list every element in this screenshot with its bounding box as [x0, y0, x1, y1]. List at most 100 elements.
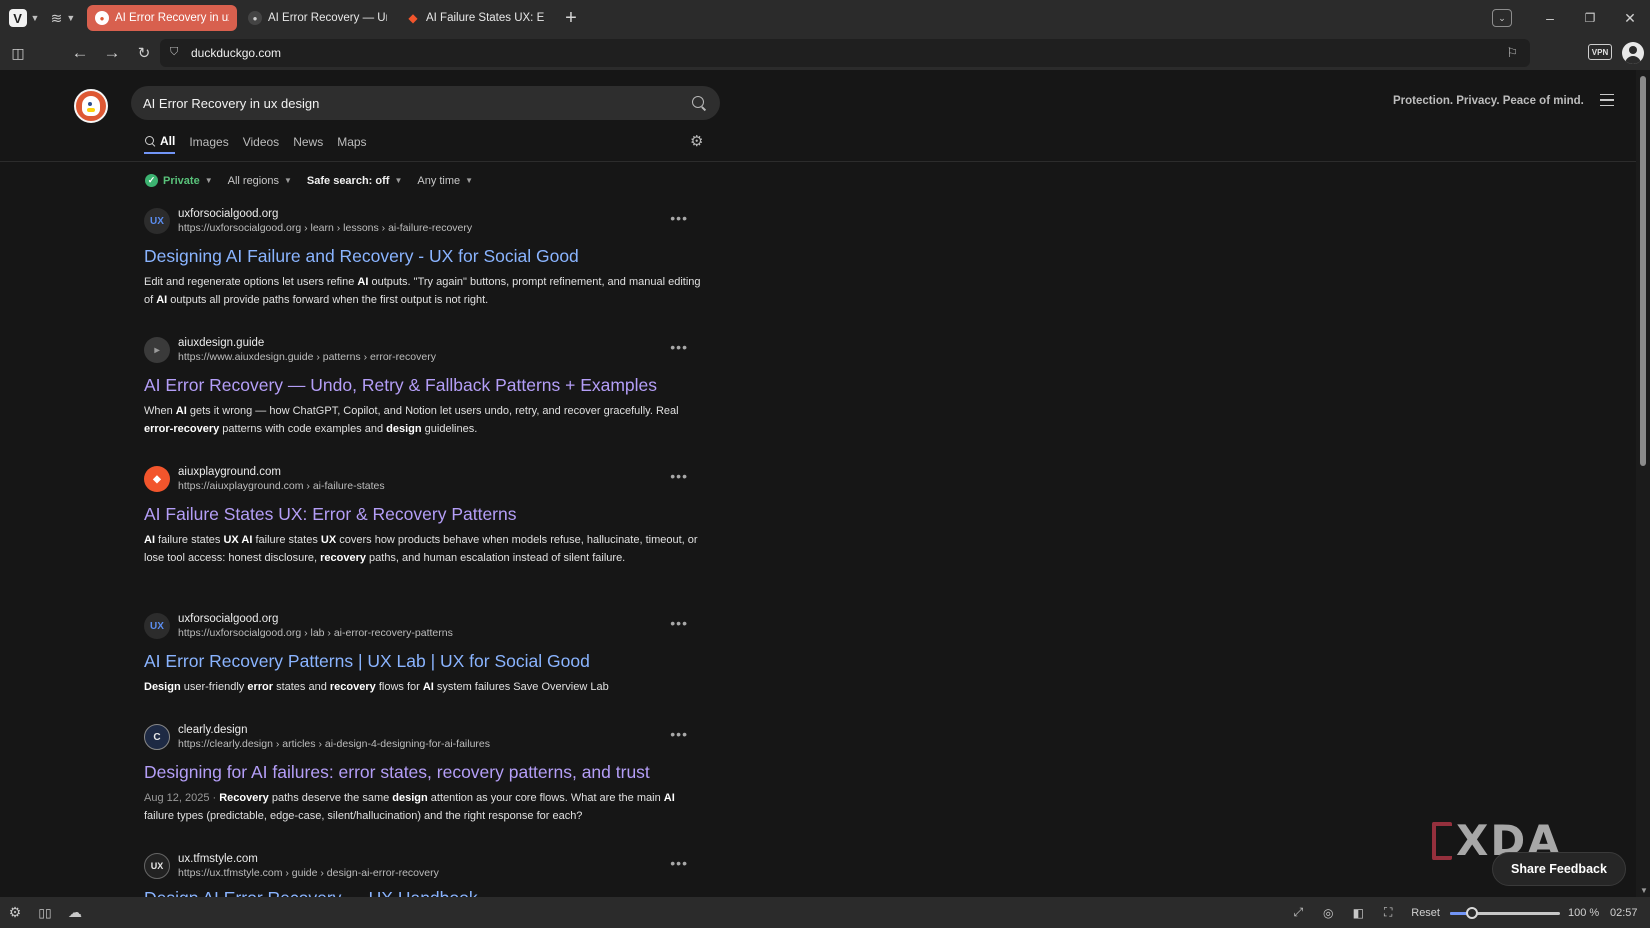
tiling-icon: ◧: [1352, 905, 1364, 920]
site-url[interactable]: https://uxforsocialgood.org › learn › le…: [178, 221, 472, 235]
panel-button[interactable]: ▯▯: [30, 897, 60, 928]
settings-button[interactable]: ⚙: [0, 897, 30, 928]
snippet-text: Recovery paths deserve the same design a…: [144, 792, 675, 822]
tab-news[interactable]: News: [293, 135, 323, 153]
search-results-page: Protection. Privacy. Peace of mind. All …: [0, 70, 1636, 897]
site-favicon-icon[interactable]: ▸: [144, 337, 170, 363]
tab-active[interactable]: ● AI Error Recovery in ux desi: [87, 5, 237, 31]
site-favicon-icon[interactable]: UX: [144, 208, 170, 234]
gear-icon[interactable]: ⚙: [690, 132, 703, 150]
sync-button[interactable]: ☁: [60, 897, 90, 928]
duck-icon: [82, 96, 100, 116]
new-tab-button[interactable]: +: [557, 4, 585, 32]
tab-images[interactable]: Images: [189, 135, 228, 153]
page-scrollbar[interactable]: ▼: [1636, 70, 1650, 897]
page-actions-icon: ⤢: [1293, 905, 1304, 919]
scroll-down-icon[interactable]: ▼: [1640, 886, 1648, 895]
site-name[interactable]: aiuxdesign.guide: [178, 336, 436, 350]
more-options-icon[interactable]: •••: [670, 339, 688, 355]
arrow-right-icon: →: [103, 43, 121, 62]
region-filter[interactable]: All regions ▼: [228, 175, 292, 187]
safe-search-filter[interactable]: Safe search: off ▼: [307, 175, 402, 187]
tab-label: All: [160, 134, 176, 148]
restore-button[interactable]: ❐: [1570, 0, 1610, 36]
site-url[interactable]: https://uxforsocialgood.org › lab › ai-e…: [178, 626, 453, 640]
site-name[interactable]: ux.tfmstyle.com: [178, 852, 439, 866]
vivaldi-menu-button[interactable]: V ▼: [0, 0, 42, 36]
site-name[interactable]: aiuxplayground.com: [178, 465, 385, 479]
zoom-slider[interactable]: [1450, 906, 1560, 919]
site-name[interactable]: clearly.design: [178, 723, 490, 737]
search-icon[interactable]: [690, 94, 708, 112]
site-meta: uxforsocialgood.org https://uxforsocialg…: [178, 207, 472, 235]
tab-videos[interactable]: Videos: [243, 135, 279, 153]
result-title-link[interactable]: AI Error Recovery — Undo, Retry & Fallba…: [144, 374, 704, 396]
site-favicon-icon[interactable]: UX: [144, 613, 170, 639]
close-window-button[interactable]: ✕: [1610, 0, 1650, 36]
result-title-link[interactable]: AI Failure States UX: Error & Recovery P…: [144, 503, 704, 525]
xda-bracket-icon: [1432, 821, 1452, 860]
site-url[interactable]: https://ux.tfmstyle.com › guide › design…: [178, 866, 439, 880]
tiling-button[interactable]: ◧: [1343, 897, 1373, 928]
restore-icon: ❐: [1584, 11, 1596, 25]
capture-button[interactable]: ◎: [1313, 897, 1343, 928]
chevron-down-icon: ▼: [30, 13, 40, 23]
back-button[interactable]: ←: [64, 38, 96, 68]
minimize-button[interactable]: –: [1530, 0, 1570, 36]
aiuxplayground-icon: ◆: [408, 11, 418, 25]
reload-button[interactable]: ↻: [128, 38, 160, 68]
result-title-link[interactable]: AI Error Recovery Patterns | UX Lab | UX…: [144, 650, 704, 672]
tab-title: AI Error Recovery in ux desi: [115, 12, 229, 24]
tab-label: Images: [189, 135, 229, 149]
divider: [0, 161, 1636, 162]
site-favicon-icon[interactable]: C: [144, 724, 170, 750]
zoom-thumb[interactable]: [1466, 906, 1478, 919]
result-title-link[interactable]: Designing for AI failures: error states,…: [144, 761, 704, 783]
bookmark-icon[interactable]: ⚐: [1506, 45, 1518, 61]
more-options-icon[interactable]: •••: [670, 726, 688, 742]
chevron-down-icon: ▼: [394, 176, 403, 185]
panel-toggle-button[interactable]: ◫: [2, 38, 34, 68]
result-title-link[interactable]: Design AI Error Recovery — UX Handbook: [144, 888, 478, 897]
private-filter[interactable]: ✓ Private ▼: [145, 174, 213, 187]
site-url[interactable]: https://clearly.design › articles › ai-d…: [178, 737, 490, 751]
tab-overview-button[interactable]: ⌄: [1492, 9, 1512, 27]
hamburger-menu-icon[interactable]: [1600, 94, 1614, 106]
search-input[interactable]: [143, 95, 690, 111]
filter-label: Any time: [417, 174, 461, 187]
time-filter[interactable]: Any time ▼: [417, 175, 473, 187]
more-options-icon[interactable]: •••: [670, 210, 688, 226]
site-favicon-icon[interactable]: UX: [144, 853, 170, 879]
tab-inactive[interactable]: ● AI Error Recovery — Undo,: [240, 5, 395, 31]
url-text[interactable]: duckduckgo.com: [191, 46, 281, 60]
site-url[interactable]: https://www.aiuxdesign.guide › patterns …: [178, 350, 436, 364]
forward-button[interactable]: →: [96, 38, 128, 68]
share-feedback-button[interactable]: Share Feedback: [1492, 852, 1626, 886]
more-options-icon[interactable]: •••: [670, 615, 688, 631]
tab-all[interactable]: All: [144, 134, 176, 154]
page-actions-button[interactable]: ⤢: [1283, 897, 1313, 928]
more-options-icon[interactable]: •••: [670, 468, 688, 484]
site-favicon-icon[interactable]: ◆: [144, 466, 170, 492]
search-icon: [144, 135, 156, 147]
image-toggle-button[interactable]: ⛶: [1373, 897, 1403, 928]
site-url[interactable]: https://aiuxplayground.com › ai-failure-…: [178, 479, 385, 493]
tab-maps[interactable]: Maps: [337, 135, 366, 153]
result-title-link[interactable]: Designing AI Failure and Recovery - UX f…: [144, 245, 704, 267]
aiuxdesign-icon: ●: [248, 11, 262, 25]
site-name[interactable]: uxforsocialgood.org: [178, 612, 453, 626]
result-header: ▸ aiuxdesign.guide https://www.aiuxdesig…: [144, 335, 704, 365]
tab-inactive[interactable]: ◆ AI Failure States UX: Error &: [398, 5, 553, 31]
workspaces-button[interactable]: ≋ ▼: [42, 0, 84, 36]
duckduckgo-logo-icon[interactable]: [74, 89, 108, 123]
zoom-reset-button[interactable]: Reset: [1411, 907, 1440, 919]
vpn-button[interactable]: VPN: [1588, 44, 1612, 60]
profile-avatar[interactable]: [1622, 42, 1644, 64]
site-name[interactable]: uxforsocialgood.org: [178, 207, 472, 221]
result-header: ◆ aiuxplayground.com https://aiuxplaygro…: [144, 464, 704, 494]
url-bar[interactable]: ⛉ duckduckgo.com ⚐: [160, 39, 1530, 67]
search-box[interactable]: [131, 86, 720, 120]
more-options-icon[interactable]: •••: [670, 855, 688, 871]
site-meta: uxforsocialgood.org https://uxforsocialg…: [178, 612, 453, 640]
scrollbar-thumb[interactable]: [1640, 76, 1646, 466]
